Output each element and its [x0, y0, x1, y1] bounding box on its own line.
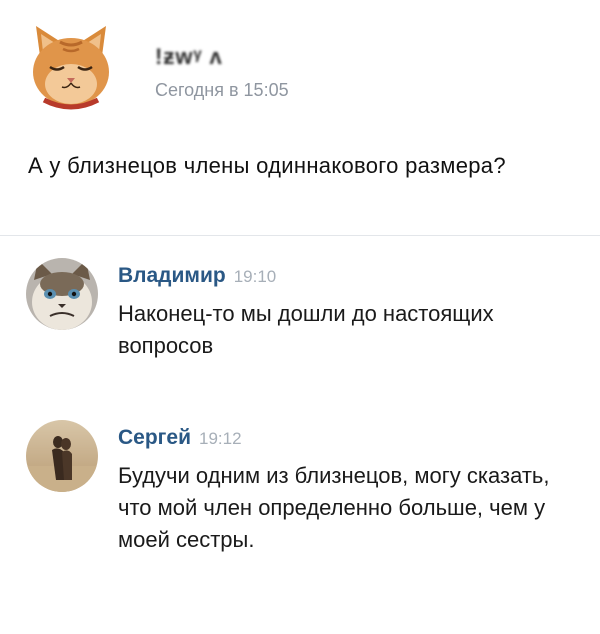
grumpy-cat-avatar-icon	[26, 258, 98, 330]
post-text: А у близнецов члены одиннакового размера…	[28, 153, 506, 178]
post-timestamp[interactable]: Сегодня в 15:05	[155, 80, 289, 101]
couple-photo-avatar-icon	[26, 420, 98, 492]
comment-author-name[interactable]: Владимир	[118, 264, 226, 287]
post-author-name[interactable]: !ƶᴡᵞ ʌ	[155, 44, 223, 70]
comment-text: Наконец-то мы дошли до настоящих вопросо…	[118, 301, 494, 358]
cat-avatar-icon	[33, 26, 109, 110]
avatar[interactable]	[26, 420, 98, 492]
comment-timestamp[interactable]: 19:10	[234, 267, 277, 286]
divider	[0, 235, 600, 236]
comment-author-name[interactable]: Сергей	[118, 426, 191, 449]
avatar[interactable]	[30, 22, 112, 114]
comment-timestamp[interactable]: 19:12	[199, 429, 242, 448]
post-header: !ƶᴡᵞ ʌ Сегодня в 15:05	[30, 22, 570, 122]
comment-text: Будучи одним из близнецов, могу сказать,…	[118, 463, 550, 552]
avatar[interactable]	[26, 258, 98, 330]
